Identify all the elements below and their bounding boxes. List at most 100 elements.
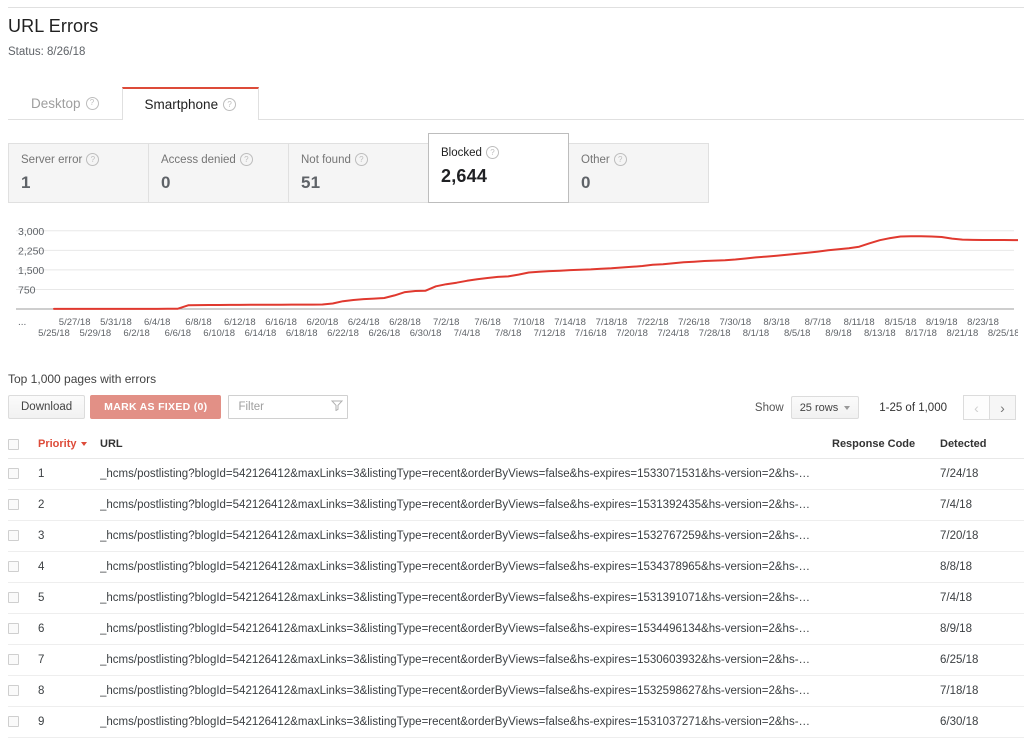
cell-detected: 7/4/18 [940, 490, 1024, 521]
column-header-priority-label: Priority [38, 438, 77, 450]
table-row[interactable]: 8_hcms/postlisting?blogId=542126412&maxL… [8, 676, 1024, 707]
x-axis-tick-label: 6/18/18 [286, 328, 318, 339]
row-checkbox[interactable] [8, 654, 19, 665]
table-row[interactable]: 9_hcms/postlisting?blogId=542126412&maxL… [8, 707, 1024, 738]
cell-url[interactable]: _hcms/postlisting?blogId=542126412&maxLi… [100, 552, 832, 583]
row-checkbox[interactable] [8, 623, 19, 634]
url-text: _hcms/postlisting?blogId=542126412&maxLi… [100, 561, 815, 573]
help-icon[interactable]: ? [86, 153, 99, 166]
stat-card-value: 2,644 [441, 166, 568, 187]
help-icon[interactable]: ? [355, 153, 368, 166]
url-text: _hcms/postlisting?blogId=542126412&maxLi… [100, 654, 815, 666]
stat-card-blocked[interactable]: Blocked? 2,644 [428, 133, 569, 203]
help-icon[interactable]: ? [486, 146, 499, 159]
help-icon[interactable]: ? [240, 153, 253, 166]
cell-url[interactable]: _hcms/postlisting?blogId=542126412&maxLi… [100, 707, 832, 738]
x-axis-tick-label: 8/19/18 [926, 317, 958, 328]
row-checkbox[interactable] [8, 530, 19, 541]
x-axis-tick-label: 6/10/18 [203, 328, 235, 339]
x-axis-ellipsis: ... [18, 317, 26, 328]
row-checkbox[interactable] [8, 685, 19, 696]
row-select-cell [8, 614, 38, 645]
mark-as-fixed-button[interactable]: MARK AS FIXED (0) [90, 395, 221, 419]
cell-url[interactable]: _hcms/postlisting?blogId=542126412&maxLi… [100, 676, 832, 707]
tab-desktop[interactable]: Desktop? [8, 87, 122, 119]
x-axis-tick-label: 7/28/18 [699, 328, 731, 339]
table-row[interactable]: 6_hcms/postlisting?blogId=542126412&maxL… [8, 614, 1024, 645]
cell-url[interactable]: _hcms/postlisting?blogId=542126412&maxLi… [100, 459, 832, 490]
cell-priority: 6 [38, 614, 100, 645]
cell-detected: 7/4/18 [940, 583, 1024, 614]
column-header-url[interactable]: URL [100, 430, 832, 459]
cell-url[interactable]: _hcms/postlisting?blogId=542126412&maxLi… [100, 521, 832, 552]
table-row[interactable]: 1_hcms/postlisting?blogId=542126412&maxL… [8, 459, 1024, 490]
row-checkbox[interactable] [8, 561, 19, 572]
previous-page-button[interactable]: ‹ [963, 395, 990, 420]
row-checkbox[interactable] [8, 716, 19, 727]
rows-per-page-select[interactable]: 25 rows [791, 396, 860, 419]
help-icon[interactable]: ? [86, 97, 99, 110]
url-errors-line-chart: 7501,5002,2503,000...5/25/185/29/186/2/1… [8, 211, 1018, 351]
row-select-cell [8, 707, 38, 738]
url-text: _hcms/postlisting?blogId=542126412&maxLi… [100, 530, 815, 542]
cell-detected: 6/30/18 [940, 707, 1024, 738]
column-header-detected[interactable]: Detected [940, 430, 1024, 459]
stat-card-label: Blocked [441, 147, 482, 159]
row-select-cell [8, 490, 38, 521]
table-pager: Show 25 rows 1-25 of 1,000 ‹ › [755, 395, 1016, 420]
x-axis-tick-label: 7/26/18 [678, 317, 710, 328]
cell-url[interactable]: _hcms/postlisting?blogId=542126412&maxLi… [100, 583, 832, 614]
x-axis-tick-label: 6/6/18 [165, 328, 191, 339]
table-row[interactable]: 3_hcms/postlisting?blogId=542126412&maxL… [8, 521, 1024, 552]
filter-box[interactable] [228, 395, 348, 419]
x-axis-tick-label: 7/22/18 [637, 317, 669, 328]
y-axis-tick-label: 2,250 [18, 245, 44, 257]
cell-url[interactable]: _hcms/postlisting?blogId=542126412&maxLi… [100, 490, 832, 521]
x-axis-tick-label: 8/25/18 [988, 328, 1018, 339]
column-header-response-code[interactable]: Response Code [832, 430, 940, 459]
url-text: _hcms/postlisting?blogId=542126412&maxLi… [100, 592, 815, 604]
row-checkbox[interactable] [8, 499, 19, 510]
table-row[interactable]: 2_hcms/postlisting?blogId=542126412&maxL… [8, 490, 1024, 521]
row-checkbox[interactable] [8, 592, 19, 603]
table-row[interactable]: 4_hcms/postlisting?blogId=542126412&maxL… [8, 552, 1024, 583]
row-select-cell [8, 583, 38, 614]
cell-priority: 5 [38, 583, 100, 614]
cell-priority: 1 [38, 459, 100, 490]
tab-smartphone[interactable]: Smartphone? [122, 87, 260, 120]
funnel-icon [331, 398, 343, 416]
x-axis-tick-label: 5/27/18 [59, 317, 91, 328]
x-axis-tick-label: 8/7/18 [805, 317, 831, 328]
cell-url[interactable]: _hcms/postlisting?blogId=542126412&maxLi… [100, 645, 832, 676]
stat-card-not-found[interactable]: Not found?51 [288, 143, 429, 203]
stat-card-value: 51 [301, 173, 428, 193]
download-button[interactable]: Download [8, 395, 85, 419]
cell-url[interactable]: _hcms/postlisting?blogId=542126412&maxLi… [100, 614, 832, 645]
cell-priority: 4 [38, 552, 100, 583]
row-checkbox[interactable] [8, 468, 19, 479]
select-all-checkbox[interactable] [8, 439, 19, 450]
x-axis-tick-label: 7/4/18 [454, 328, 480, 339]
y-axis-tick-label: 3,000 [18, 226, 44, 238]
table-row[interactable]: 7_hcms/postlisting?blogId=542126412&maxL… [8, 645, 1024, 676]
cell-response-code [832, 552, 940, 583]
rows-per-page-value: 25 rows [800, 402, 839, 414]
column-header-priority[interactable]: Priority [38, 430, 100, 459]
url-text: _hcms/postlisting?blogId=542126412&maxLi… [100, 623, 815, 635]
help-icon[interactable]: ? [614, 153, 627, 166]
x-axis-tick-label: 7/24/18 [658, 328, 690, 339]
table-row[interactable]: 5_hcms/postlisting?blogId=542126412&maxL… [8, 583, 1024, 614]
cell-detected: 7/18/18 [940, 676, 1024, 707]
cell-response-code [832, 645, 940, 676]
stat-card-server-error[interactable]: Server error?1 [8, 143, 149, 203]
url-text: _hcms/postlisting?blogId=542126412&maxLi… [100, 685, 815, 697]
stat-card-access-denied[interactable]: Access denied?0 [148, 143, 289, 203]
tab-label: Desktop [31, 96, 81, 111]
next-page-button[interactable]: › [989, 395, 1016, 420]
x-axis-tick-label: 8/13/18 [864, 328, 896, 339]
stat-card-label: Access denied [161, 154, 236, 166]
device-tabs: Desktop?Smartphone? [8, 87, 1024, 120]
help-icon[interactable]: ? [223, 98, 236, 111]
filter-input[interactable] [236, 400, 331, 414]
stat-card-other[interactable]: Other?0 [568, 143, 709, 203]
